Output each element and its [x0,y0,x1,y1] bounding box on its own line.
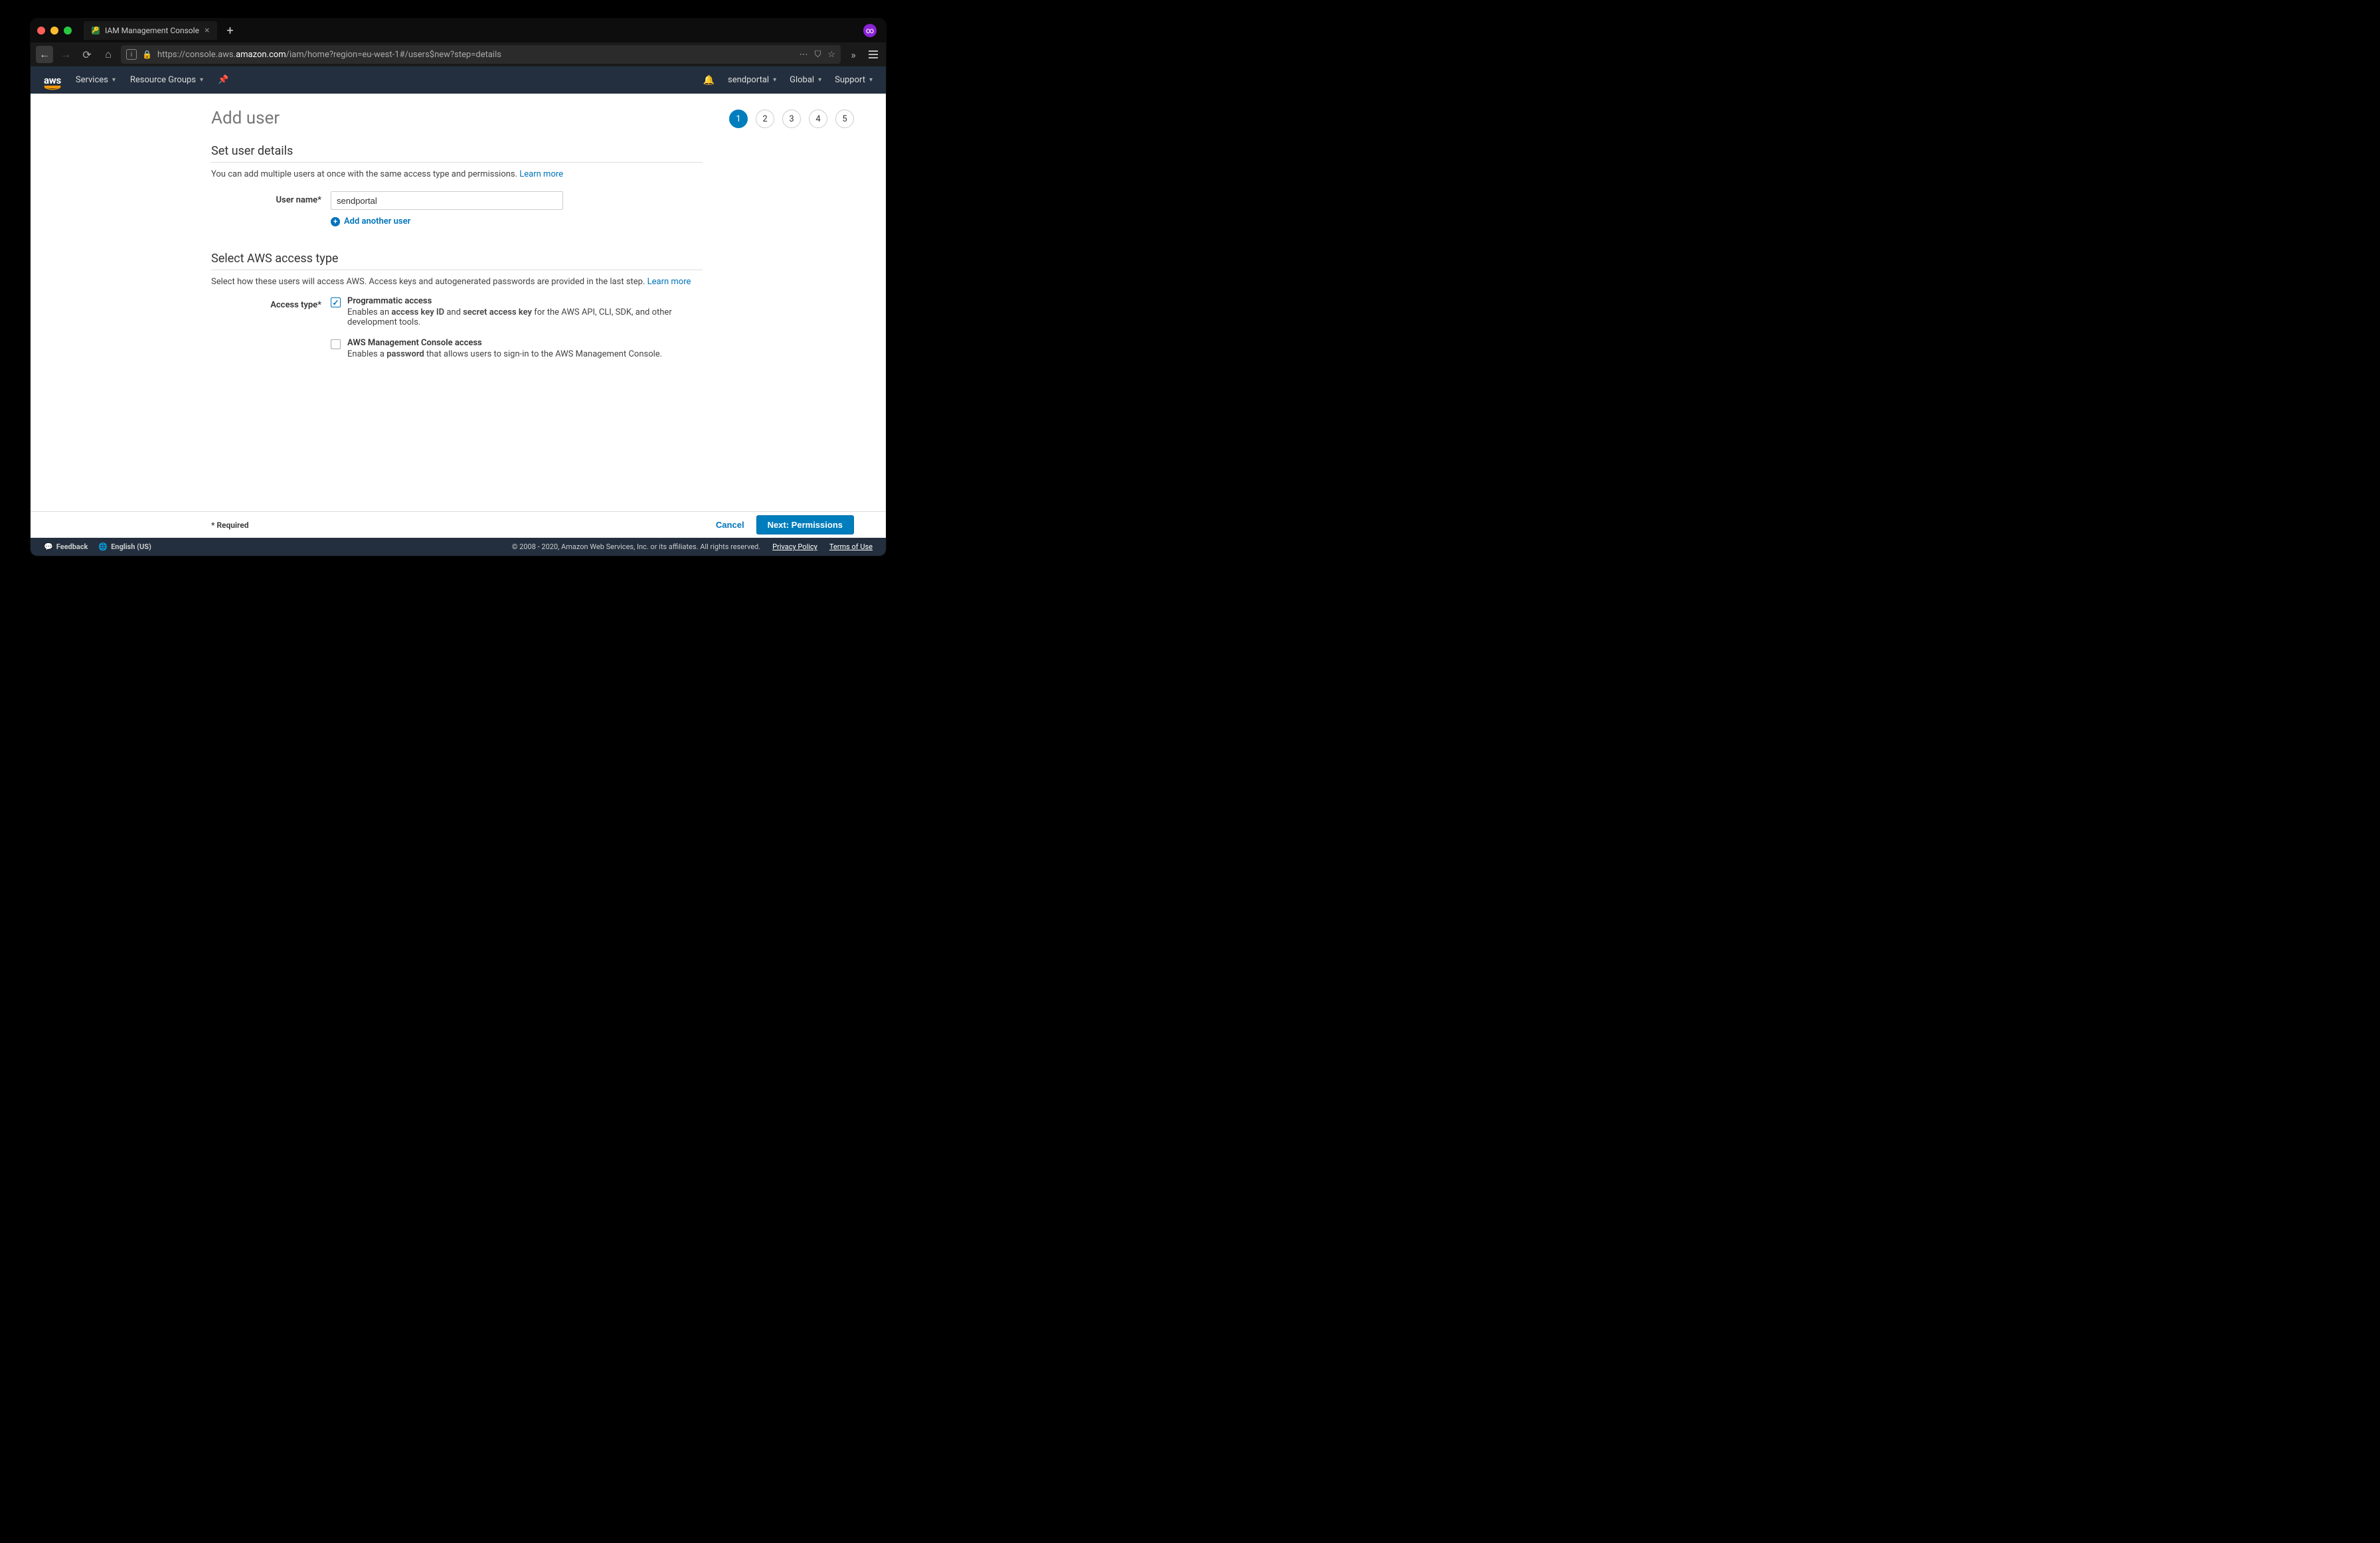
checkbox-console[interactable] [331,339,341,349]
learn-more-link[interactable]: Learn more [519,169,563,179]
menu-button[interactable] [866,50,881,58]
wizard-steps: 1 2 3 4 5 [729,110,854,128]
plus-circle-icon: + [331,217,340,226]
pin-icon[interactable]: 📌 [218,75,228,85]
chevron-down-icon: ▾ [200,76,203,84]
section-user-details-desc: You can add multiple users at once with … [211,169,703,179]
chevron-down-icon: ▾ [773,76,776,84]
aws-smile-icon [44,86,61,90]
option-description: Enables a password that allows users to … [347,349,662,359]
step-1[interactable]: 1 [729,110,748,128]
close-window-icon[interactable] [37,27,45,35]
page-content: 1 2 3 4 5 Add user Set user details You … [31,94,886,517]
copyright-text: © 2008 - 2020, Amazon Web Services, Inc.… [512,542,760,551]
services-label: Services [76,75,108,85]
section-access-type-title: Select AWS access type [211,252,703,266]
toolbar: ← → ⟳ ⌂ i 🔒 https://console.aws.amazon.c… [31,42,886,66]
option-title: AWS Management Console access [347,338,662,348]
resource-groups-menu[interactable]: Resource Groups ▾ [130,75,203,85]
window-controls [37,27,72,35]
next-permissions-button[interactable]: Next: Permissions [756,515,854,534]
browser-tab[interactable]: 🔑 IAM Management Console × [84,21,217,40]
access-option-console[interactable]: AWS Management Console access Enables a … [331,338,703,359]
account-menu[interactable]: sendportal ▾ [728,75,776,85]
step-3: 3 [782,110,801,128]
private-mode-icon: ∞ [863,24,877,37]
account-label: sendportal [728,75,769,85]
bookmark-icon[interactable]: ☆ [827,50,835,60]
terms-of-use-link[interactable]: Terms of Use [829,542,873,551]
close-tab-icon[interactable]: × [205,25,209,36]
divider [211,162,703,163]
new-tab-button[interactable]: + [222,24,237,38]
add-another-user-button[interactable]: + Add another user [331,216,563,226]
maximize-window-icon[interactable] [64,27,72,35]
region-label: Global [790,75,814,85]
reader-view-icon[interactable]: ⛉ [815,50,821,60]
step-4: 4 [809,110,827,128]
step-5: 5 [835,110,854,128]
tab-title: IAM Management Console [105,26,199,35]
globe-icon: 🌐 [98,542,108,551]
page-actions-icon[interactable]: ⋯ [800,50,808,60]
tracking-shield-icon[interactable]: i [126,49,137,60]
cancel-button[interactable]: Cancel [716,520,744,530]
chevron-down-icon: ▾ [869,76,873,84]
aws-header: aws Services ▾ Resource Groups ▾ 📌 🔔 sen… [31,66,886,94]
reload-button[interactable]: ⟳ [78,46,96,63]
resource-groups-label: Resource Groups [130,75,196,85]
privacy-policy-link[interactable]: Privacy Policy [772,542,817,551]
step-2: 2 [756,110,774,128]
option-title: Programmatic access [347,296,703,306]
option-description: Enables an access key ID and secret acce… [347,307,703,327]
checkbox-programmatic[interactable] [331,297,341,307]
learn-more-link[interactable]: Learn more [647,277,691,287]
aws-footer: 💬 Feedback 🌐 English (US) © 2008 - 2020,… [31,538,886,556]
required-note: * Required [211,521,248,530]
tab-strip: 🔑 IAM Management Console × + ∞ [31,19,886,42]
access-type-label: Access type* [211,296,331,310]
access-option-programmatic[interactable]: Programmatic access Enables an access ke… [331,296,703,327]
forward-button: → [57,46,74,63]
overflow-icon[interactable]: » [845,46,862,63]
notifications-icon[interactable]: 🔔 [703,75,715,86]
support-label: Support [835,75,865,85]
aws-logo[interactable]: aws [44,74,61,86]
feedback-link[interactable]: 💬 Feedback [44,542,88,551]
chevron-down-icon: ▾ [112,76,116,84]
user-name-input[interactable] [331,191,563,210]
speech-bubble-icon: 💬 [44,542,53,551]
section-access-type-desc: Select how these users will access AWS. … [211,277,703,287]
section-user-details-title: Set user details [211,144,703,158]
action-bar: * Required Cancel Next: Permissions [31,511,886,538]
minimize-window-icon[interactable] [50,27,58,35]
user-name-label: User name* [211,191,331,205]
browser-window: 🔑 IAM Management Console × + ∞ ← → ⟳ ⌂ i… [31,19,886,556]
lock-icon: 🔒 [142,50,152,59]
home-button[interactable]: ⌂ [100,46,117,63]
page-title: Add user [211,108,703,128]
tab-favicon-icon: 🔑 [92,27,100,35]
chevron-down-icon: ▾ [818,76,821,84]
add-another-user-label: Add another user [344,216,410,226]
language-selector[interactable]: 🌐 English (US) [98,542,151,551]
services-menu[interactable]: Services ▾ [76,75,116,85]
url-text: https://console.aws.amazon.com/iam/home?… [157,50,794,60]
address-bar[interactable]: i 🔒 https://console.aws.amazon.com/iam/h… [121,45,841,64]
support-menu[interactable]: Support ▾ [835,75,873,85]
region-menu[interactable]: Global ▾ [790,75,821,85]
back-button[interactable]: ← [36,46,53,63]
